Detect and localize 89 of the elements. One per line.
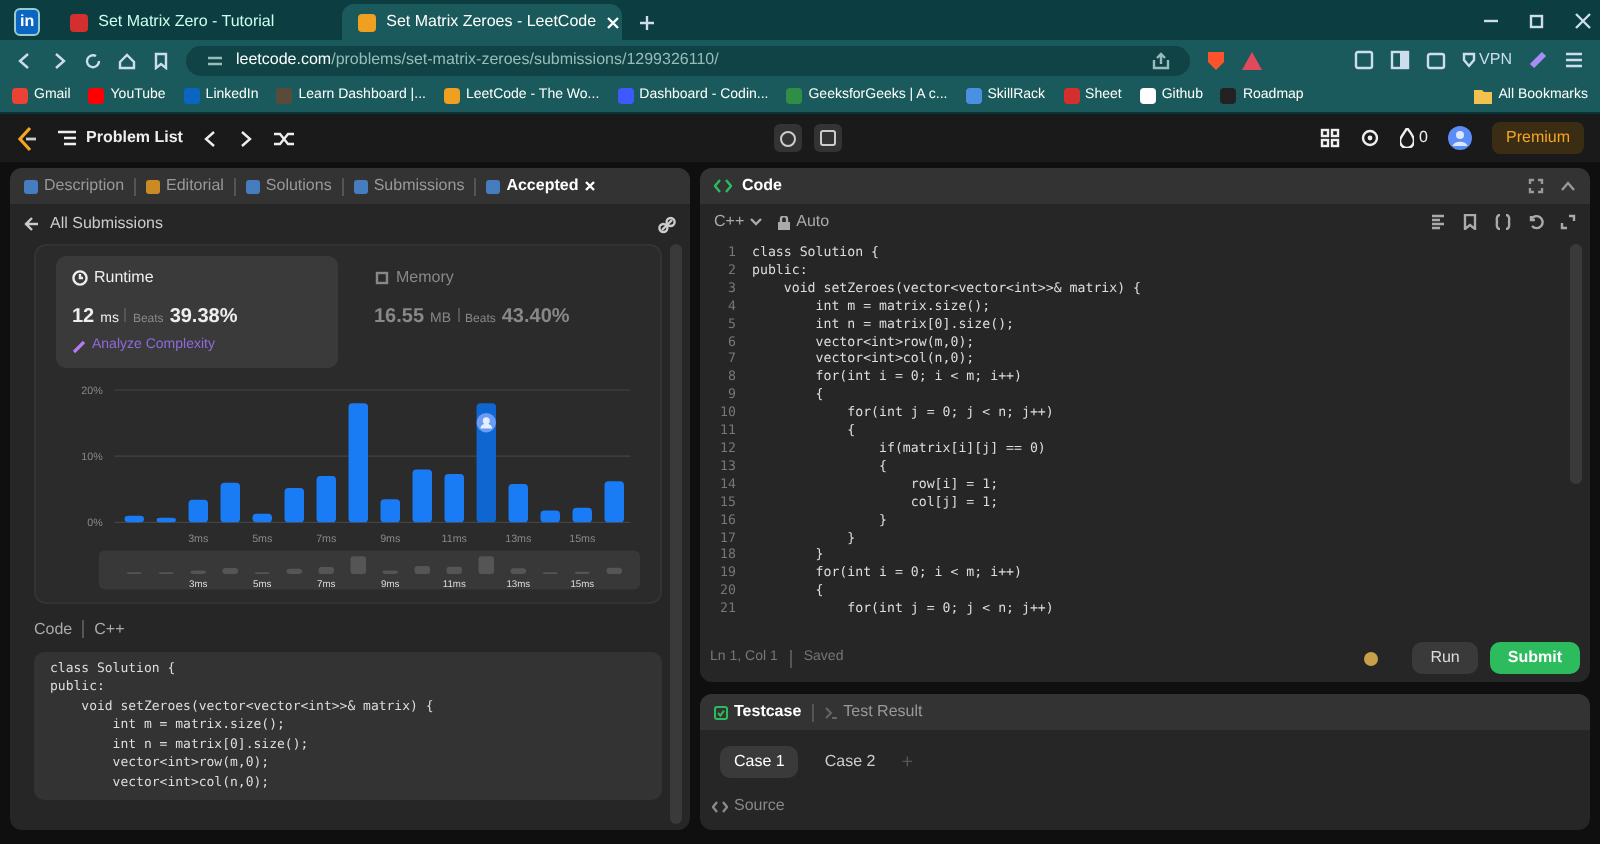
code-label: Code bbox=[34, 617, 73, 641]
problem-list-button[interactable]: Problem List bbox=[58, 126, 183, 150]
terminal-icon bbox=[823, 705, 838, 719]
bar[interactable] bbox=[156, 516, 176, 522]
case-tab[interactable]: Case 2 bbox=[810, 746, 890, 778]
stat-title: Memory bbox=[396, 266, 454, 290]
bar[interactable] bbox=[316, 475, 336, 522]
back-arrow-icon[interactable] bbox=[24, 216, 40, 232]
bar[interactable] bbox=[508, 482, 528, 522]
prev-icon[interactable] bbox=[202, 129, 219, 147]
lock-icon bbox=[778, 215, 791, 229]
language-label: C++ bbox=[94, 617, 125, 641]
panel-tab[interactable]: Testcase bbox=[714, 700, 802, 724]
browser-tab[interactable]: Set Matrix Zero - Tutorial bbox=[54, 4, 335, 40]
run-button[interactable]: Run bbox=[1412, 642, 1478, 674]
beats-value: 39.38% bbox=[169, 304, 238, 332]
language-selector[interactable]: C++ bbox=[714, 210, 763, 234]
bar[interactable] bbox=[284, 486, 304, 522]
share-icon[interactable] bbox=[1151, 51, 1170, 69]
premium-button[interactable]: Premium bbox=[1492, 122, 1585, 154]
list-icon bbox=[58, 130, 76, 146]
stat-value: 16.55 bbox=[374, 304, 425, 332]
bar[interactable] bbox=[188, 498, 208, 522]
home-icon[interactable] bbox=[118, 51, 136, 69]
forward-icon[interactable] bbox=[50, 51, 68, 69]
tab-icon bbox=[24, 179, 38, 193]
beats-value: 43.40% bbox=[501, 304, 570, 332]
bar[interactable] bbox=[540, 509, 560, 522]
bar[interactable] bbox=[380, 498, 400, 522]
panel-tab[interactable]: Submissions bbox=[353, 174, 465, 198]
fullscreen-icon[interactable] bbox=[1528, 178, 1544, 194]
logo-icon[interactable] bbox=[16, 125, 38, 151]
close-icon[interactable] bbox=[1574, 11, 1592, 29]
clock-icon bbox=[72, 270, 88, 286]
menu-icon[interactable] bbox=[1564, 50, 1584, 70]
auto-mode[interactable]: Auto bbox=[778, 210, 830, 234]
bar[interactable] bbox=[252, 512, 272, 522]
url-text: leetcode.com/problems/set-matrix-zeroes/submissions/1299326110/ bbox=[236, 48, 719, 72]
address-bar[interactable]: leetcode.com/problems/set-matrix-zeroes/submissions/1299326110/ bbox=[186, 45, 1190, 75]
streak-counter[interactable]: 0 bbox=[1399, 126, 1428, 150]
collapse-icon[interactable] bbox=[1560, 178, 1576, 194]
expand-icon[interactable] bbox=[1560, 214, 1576, 230]
next-icon[interactable] bbox=[238, 129, 255, 147]
checkbox-icon bbox=[714, 705, 728, 719]
code-icon bbox=[712, 799, 728, 813]
shield-icon bbox=[1461, 52, 1476, 68]
back-icon[interactable] bbox=[16, 51, 34, 69]
avatar-icon[interactable] bbox=[1448, 126, 1472, 150]
tab-icon bbox=[486, 179, 501, 193]
tab-icon bbox=[353, 179, 368, 193]
panel-tab[interactable]: Description bbox=[24, 174, 125, 198]
tab-icon bbox=[245, 179, 260, 193]
folder-icon bbox=[1474, 88, 1493, 104]
case-tab[interactable]: Case 1 bbox=[720, 746, 799, 778]
stat-value: 12 bbox=[72, 304, 95, 332]
scrollbar[interactable] bbox=[670, 244, 682, 824]
stat-title: Runtime bbox=[94, 266, 154, 290]
vpn-button[interactable]: VPN bbox=[1461, 48, 1512, 72]
bookmark-icon[interactable] bbox=[1462, 214, 1478, 230]
bar[interactable] bbox=[572, 506, 592, 522]
panel-tab[interactable]: Accepted bbox=[486, 174, 597, 198]
avatar-marker-icon bbox=[476, 411, 496, 432]
panel-tab[interactable]: Solutions bbox=[245, 174, 332, 198]
browser-tab[interactable]: Set Matrix Zeroes - LeetCode bbox=[342, 4, 623, 40]
reset-icon[interactable] bbox=[1528, 214, 1544, 230]
shuffle-icon[interactable] bbox=[274, 129, 295, 147]
reload-icon[interactable] bbox=[84, 51, 102, 69]
panel-tab[interactable]: Test Result bbox=[823, 700, 923, 724]
restore-icon[interactable] bbox=[1528, 11, 1546, 29]
bar[interactable] bbox=[220, 481, 240, 522]
source-link[interactable]: Source bbox=[734, 794, 785, 818]
bar[interactable] bbox=[444, 473, 464, 522]
bookmark-icon[interactable] bbox=[152, 51, 170, 69]
bar[interactable] bbox=[604, 480, 624, 522]
panel-title: Code bbox=[742, 174, 782, 198]
braces-icon[interactable] bbox=[1494, 214, 1512, 230]
code-icon bbox=[714, 178, 732, 194]
bar[interactable] bbox=[124, 514, 145, 522]
panel-tab[interactable]: Editorial bbox=[146, 174, 224, 198]
sidebar-icon[interactable] bbox=[1389, 50, 1410, 70]
settings-icon[interactable] bbox=[1359, 128, 1380, 148]
all-submissions-link[interactable]: All Submissions bbox=[50, 212, 163, 236]
bar[interactable] bbox=[412, 468, 432, 522]
plus-icon[interactable] bbox=[638, 14, 657, 32]
caret-icon bbox=[750, 218, 763, 226]
tab-icon bbox=[146, 179, 161, 193]
format-icon[interactable] bbox=[1430, 214, 1446, 230]
layout-icon[interactable] bbox=[1319, 128, 1340, 148]
link-icon[interactable] bbox=[658, 215, 676, 233]
